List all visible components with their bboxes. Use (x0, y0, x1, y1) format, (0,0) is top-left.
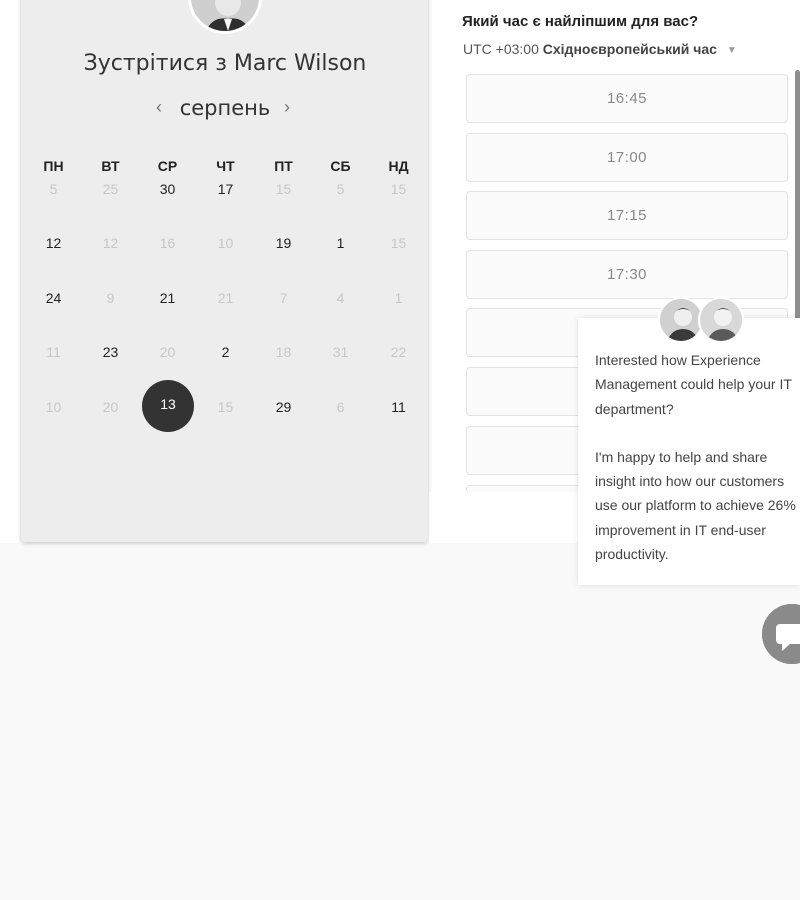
calendar-day[interactable]: 21 (139, 287, 196, 309)
calendar-day[interactable]: 19 (255, 232, 312, 254)
calendar-day-selected[interactable]: 13 (142, 380, 194, 432)
chevron-right-icon[interactable]: › (284, 98, 290, 116)
calendar-day: 15 (217, 399, 234, 415)
calendar-day: 1 (394, 290, 403, 306)
timezone-selector[interactable]: UTC +03:00 Східноєвропейський час ▼ (463, 41, 737, 57)
time-slot-button[interactable]: 16:45 (466, 74, 788, 123)
chat-bubble-icon (762, 604, 800, 664)
meeting-title: Зустрітися з Marc Wilson (83, 51, 367, 76)
weekday-tue: ВТ (101, 158, 120, 174)
calendar-day[interactable]: 1 (312, 232, 369, 254)
calendar-day: 10 (217, 235, 234, 251)
calendar-grid: 5 25 30 17 15 5 15 12 12 16 10 19 1 15 2… (25, 178, 427, 438)
weekday-mon: ПН (43, 158, 64, 174)
weekday-wed: СР (157, 158, 178, 174)
calendar-day: 15 (390, 181, 407, 197)
calendar-day: 31 (332, 344, 349, 360)
calendar-day[interactable]: 12 (25, 232, 82, 254)
calendar-day: 6 (336, 399, 345, 415)
agent-avatar (698, 297, 744, 343)
weekday-sat: СБ (330, 158, 351, 174)
weekday-sun: НД (388, 158, 409, 174)
calendar-day: 4 (336, 290, 345, 306)
chat-popup[interactable]: Interested how Experience Management cou… (578, 318, 800, 585)
calendar-day: 12 (102, 235, 119, 251)
calendar-day[interactable]: 24 (25, 287, 82, 309)
weekday-header: ПН ВТ СР ЧТ ПТ СБ НД (25, 158, 427, 174)
calendar-day[interactable]: 2 (197, 341, 254, 363)
weekday-thu: ЧТ (216, 158, 235, 174)
caret-down-icon[interactable]: ▼ (727, 45, 737, 56)
calendar-day: 5 (336, 181, 345, 197)
time-slot-button[interactable]: 17:15 (466, 191, 788, 240)
calendar-day: 5 (49, 181, 58, 197)
timezone-name: Східноєвропейський час (542, 41, 717, 57)
chat-message: Interested how Experience Management cou… (595, 348, 800, 590)
calendar-day: 20 (159, 344, 176, 360)
calendar-day[interactable]: 17 (197, 178, 254, 200)
calendar-day: 9 (106, 290, 115, 306)
month-navigator: ‹ серпень › (150, 96, 300, 126)
timezone-offset: UTC +03:00 (463, 41, 539, 57)
calendar-day[interactable]: 23 (82, 341, 139, 363)
time-slot-button[interactable]: 17:30 (466, 250, 788, 299)
chat-message-intro: Interested how Experience Management cou… (595, 352, 792, 417)
calendar-day[interactable]: 30 (139, 178, 196, 200)
calendar-day: 10 (45, 399, 62, 415)
weekday-fri: ПТ (274, 158, 293, 174)
calendar-day: 15 (275, 181, 292, 197)
time-slot-button[interactable]: 17:00 (466, 133, 788, 182)
calendar-day: 22 (390, 344, 407, 360)
calendar-day[interactable]: 29 (255, 396, 312, 418)
calendar-day: 15 (390, 235, 407, 251)
chevron-left-icon[interactable]: ‹ (156, 98, 162, 116)
calendar-day: 7 (279, 290, 288, 306)
calendar-day: 21 (217, 290, 234, 306)
time-list-scrollbar[interactable] (795, 70, 800, 330)
calendar-day[interactable]: 11 (370, 396, 427, 418)
chat-message-body: I'm happy to help and share insight into… (595, 448, 796, 563)
calendar-day: 25 (102, 181, 119, 197)
calendar-day: 20 (102, 399, 119, 415)
calendar-day: 11 (46, 344, 61, 360)
month-label: серпень (179, 96, 271, 120)
calendar-day: 18 (275, 344, 292, 360)
time-heading: Який час є найліпшим для вас? (462, 13, 699, 30)
chat-launcher-button[interactable] (762, 604, 800, 664)
calendar-day: 16 (159, 235, 176, 251)
